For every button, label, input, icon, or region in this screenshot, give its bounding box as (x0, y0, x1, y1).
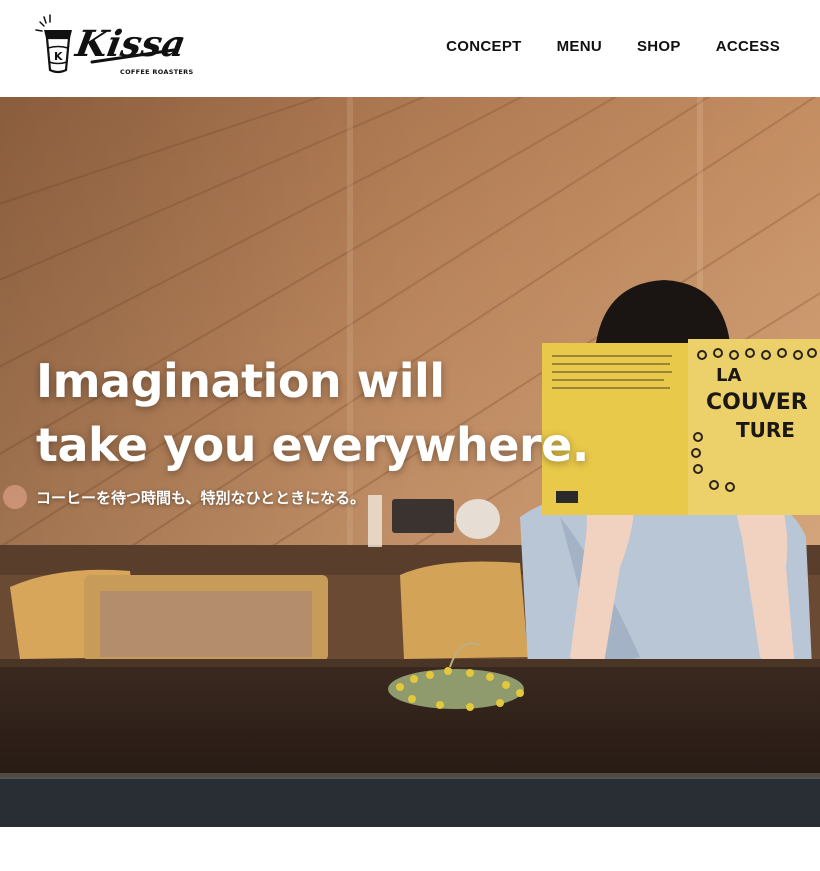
nav-access[interactable]: ACCESS (716, 38, 780, 55)
nav-menu[interactable]: MENU (557, 38, 602, 55)
nav-concept[interactable]: CONCEPT (446, 38, 521, 55)
coffee-cup-icon: K (44, 30, 72, 74)
cup-letter: K (54, 50, 63, 63)
book-title-3: TURE (736, 418, 795, 442)
kissa-logo[interactable]: K Kissa COFFEE ROASTERS (34, 12, 194, 82)
site-header: K Kissa COFFEE ROASTERS CONCEPT MENU SHO… (0, 0, 820, 97)
brand-tagline: COFFEE ROASTERS (120, 68, 193, 76)
book-title-2: COUVER (706, 390, 808, 415)
main-nav: CONCEPT MENU SHOP ACCESS (446, 38, 780, 55)
headline-line-2: take you everywhere. (36, 418, 589, 472)
book-title-1: LA (716, 365, 741, 386)
hero-headline: Imagination will take you everywhere. (36, 349, 589, 477)
brand-wordmark: Kissa (72, 22, 189, 65)
headline-line-1: Imagination will (36, 354, 445, 408)
nav-shop[interactable]: SHOP (637, 38, 681, 55)
steam-icon (35, 14, 51, 32)
hero-section: LA COUVER TURE Imagination will take you… (0, 97, 820, 827)
hero-subline: コーヒーを待つ時間も、特別なひとときになる。 (36, 489, 366, 507)
